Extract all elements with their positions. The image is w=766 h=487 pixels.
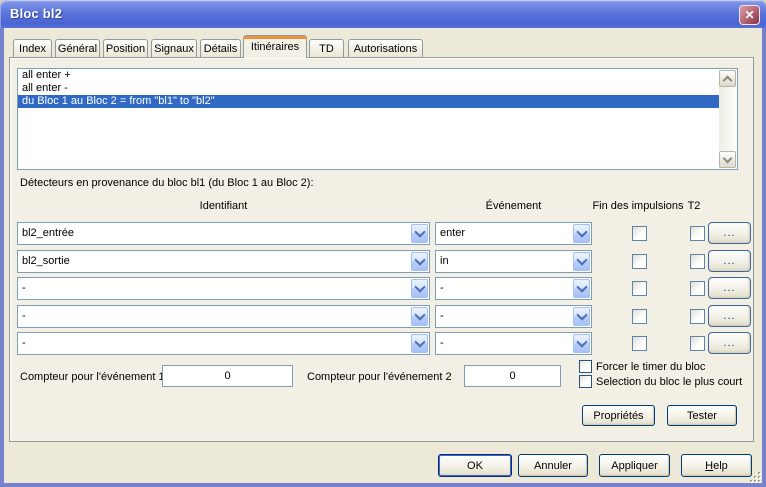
more-button-row-1[interactable]: ... [708,222,751,244]
title-bar: Bloc bl2 ✕ [0,0,766,28]
chevron-down-icon [576,254,587,265]
identifiant-combobox-row-3[interactable]: - [17,277,430,300]
scroll-down-button[interactable] [719,151,736,168]
t2-checkbox-row-3[interactable] [690,281,705,296]
proprietes-button[interactable]: Propriétés [582,405,655,426]
evenement-combobox-row-2[interactable]: in [435,250,592,273]
evenement-combobox-row-5[interactable]: - [435,332,592,355]
tab-details[interactable]: Détails [200,39,241,57]
fin-impulsions-checkbox-row-2[interactable] [632,254,647,269]
identifiant-combobox-row-4[interactable]: - [17,305,430,328]
scroll-up-button[interactable] [719,70,736,87]
chevron-down-icon [576,281,587,292]
selection-bloc-court-label: Selection du bloc le plus court [596,376,742,388]
chevron-down-icon [576,309,587,320]
evenement-combobox-row-4[interactable]: - [435,305,592,328]
close-icon: ✕ [744,8,754,22]
selection-bloc-court-checkbox[interactable] [579,375,592,388]
column-header-identifiant: Identifiant [17,200,430,212]
chevron-down-icon [414,226,425,237]
fin-impulsions-checkbox-row-1[interactable] [632,226,647,241]
t2-checkbox-row-2[interactable] [690,254,705,269]
more-button-row-4[interactable]: ... [708,305,751,327]
t2-checkbox-row-4[interactable] [690,309,705,324]
more-button-row-2[interactable]: ... [708,250,751,272]
column-header-evenement: Événement [435,200,592,212]
fin-impulsions-checkbox-row-5[interactable] [632,336,647,351]
tab-autorisations[interactable]: Autorisations [348,39,423,57]
appliquer-button[interactable]: Appliquer [599,454,670,477]
chevron-down-icon [414,254,425,265]
annuler-button[interactable]: Annuler [518,454,588,477]
tab-position[interactable]: Position [103,39,148,57]
fin-impulsions-checkbox-row-4[interactable] [632,309,647,324]
ok-button[interactable]: OK [438,454,512,477]
identifiant-combobox-row-1[interactable]: bl2_entrée [17,222,430,245]
evenement-combobox-row-3[interactable]: - [435,277,592,300]
chevron-down-icon [576,336,587,347]
tab-index[interactable]: Index [13,39,52,57]
tab-signaux[interactable]: Signaux [151,39,197,57]
forcer-timer-checkbox[interactable] [579,360,592,373]
chevron-down-icon [576,226,587,237]
tester-button[interactable]: Tester [667,405,737,426]
column-header-t2: T2 [683,200,705,212]
counter2-input[interactable] [464,365,561,387]
chevron-down-icon [414,309,425,320]
window-title: Bloc bl2 [10,6,62,21]
t2-checkbox-row-5[interactable] [690,336,705,351]
dialog-window: Bloc bl2 ✕ Index Général Position Signau… [0,0,766,487]
counter2-label: Compteur pour l'événement 2 [307,371,452,383]
forcer-timer-label: Forcer le timer du bloc [596,361,705,373]
help-button[interactable]: Help [681,454,752,477]
more-button-row-3[interactable]: ... [708,277,751,299]
column-header-fin-impulsions: Fin des impulsions [588,200,688,212]
scroll-down-icon [723,154,733,164]
routes-listbox[interactable]: all enter + all enter - du Bloc 1 au Blo… [17,68,738,170]
vertical-scrollbar[interactable] [719,70,736,168]
chevron-down-icon [414,281,425,292]
chevron-down-icon [414,336,425,347]
fin-impulsions-checkbox-row-3[interactable] [632,281,647,296]
tab-td[interactable]: TD [309,39,344,57]
t2-checkbox-row-1[interactable] [690,226,705,241]
close-button[interactable]: ✕ [739,5,760,25]
counter1-label: Compteur pour l'événement 1 [20,371,165,383]
tab-itineraires[interactable]: Itinéraires [243,35,307,58]
identifiant-combobox-row-2[interactable]: bl2_sortie [17,250,430,273]
resize-grip-icon[interactable] [748,470,761,483]
tab-general[interactable]: Général [55,39,100,57]
more-button-row-5[interactable]: ... [708,332,751,354]
detectors-caption: Détecteurs en provenance du bloc bl1 (du… [20,177,314,189]
list-item[interactable]: all enter - [18,82,719,95]
list-item[interactable]: all enter + [18,69,719,82]
evenement-combobox-row-1[interactable]: enter [435,222,592,245]
scroll-up-icon [723,75,733,85]
counter1-input[interactable] [162,365,293,387]
identifiant-combobox-row-5[interactable]: - [17,332,430,355]
list-item-selected[interactable]: du Bloc 1 au Bloc 2 = from "bl1" to "bl2… [18,95,719,108]
